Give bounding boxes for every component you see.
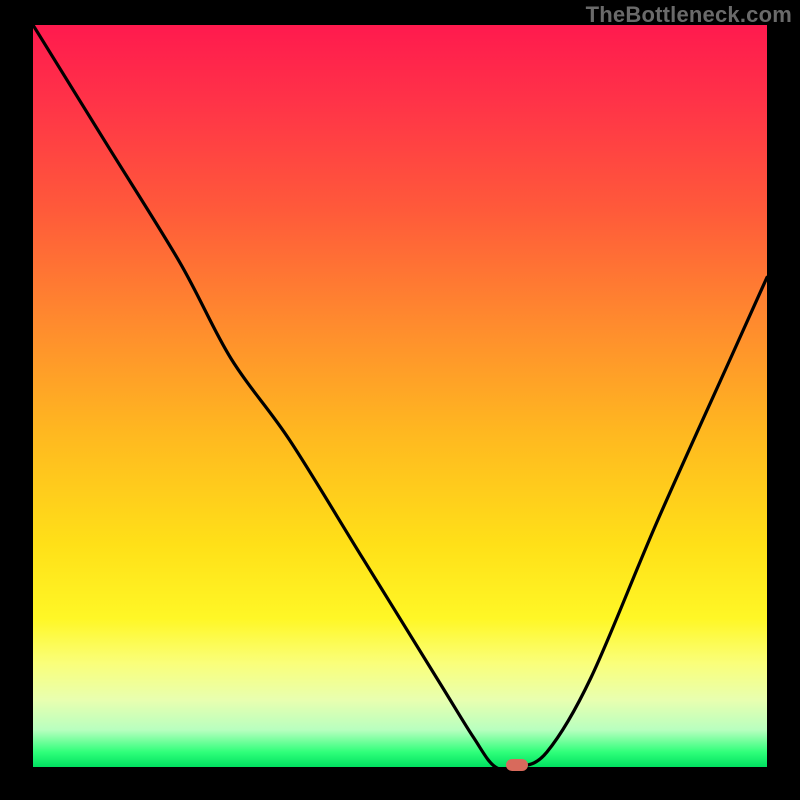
valley-marker	[506, 759, 528, 771]
bottleneck-curve	[33, 25, 767, 767]
plot-area	[33, 25, 767, 767]
chart-frame: TheBottleneck.com	[0, 0, 800, 800]
